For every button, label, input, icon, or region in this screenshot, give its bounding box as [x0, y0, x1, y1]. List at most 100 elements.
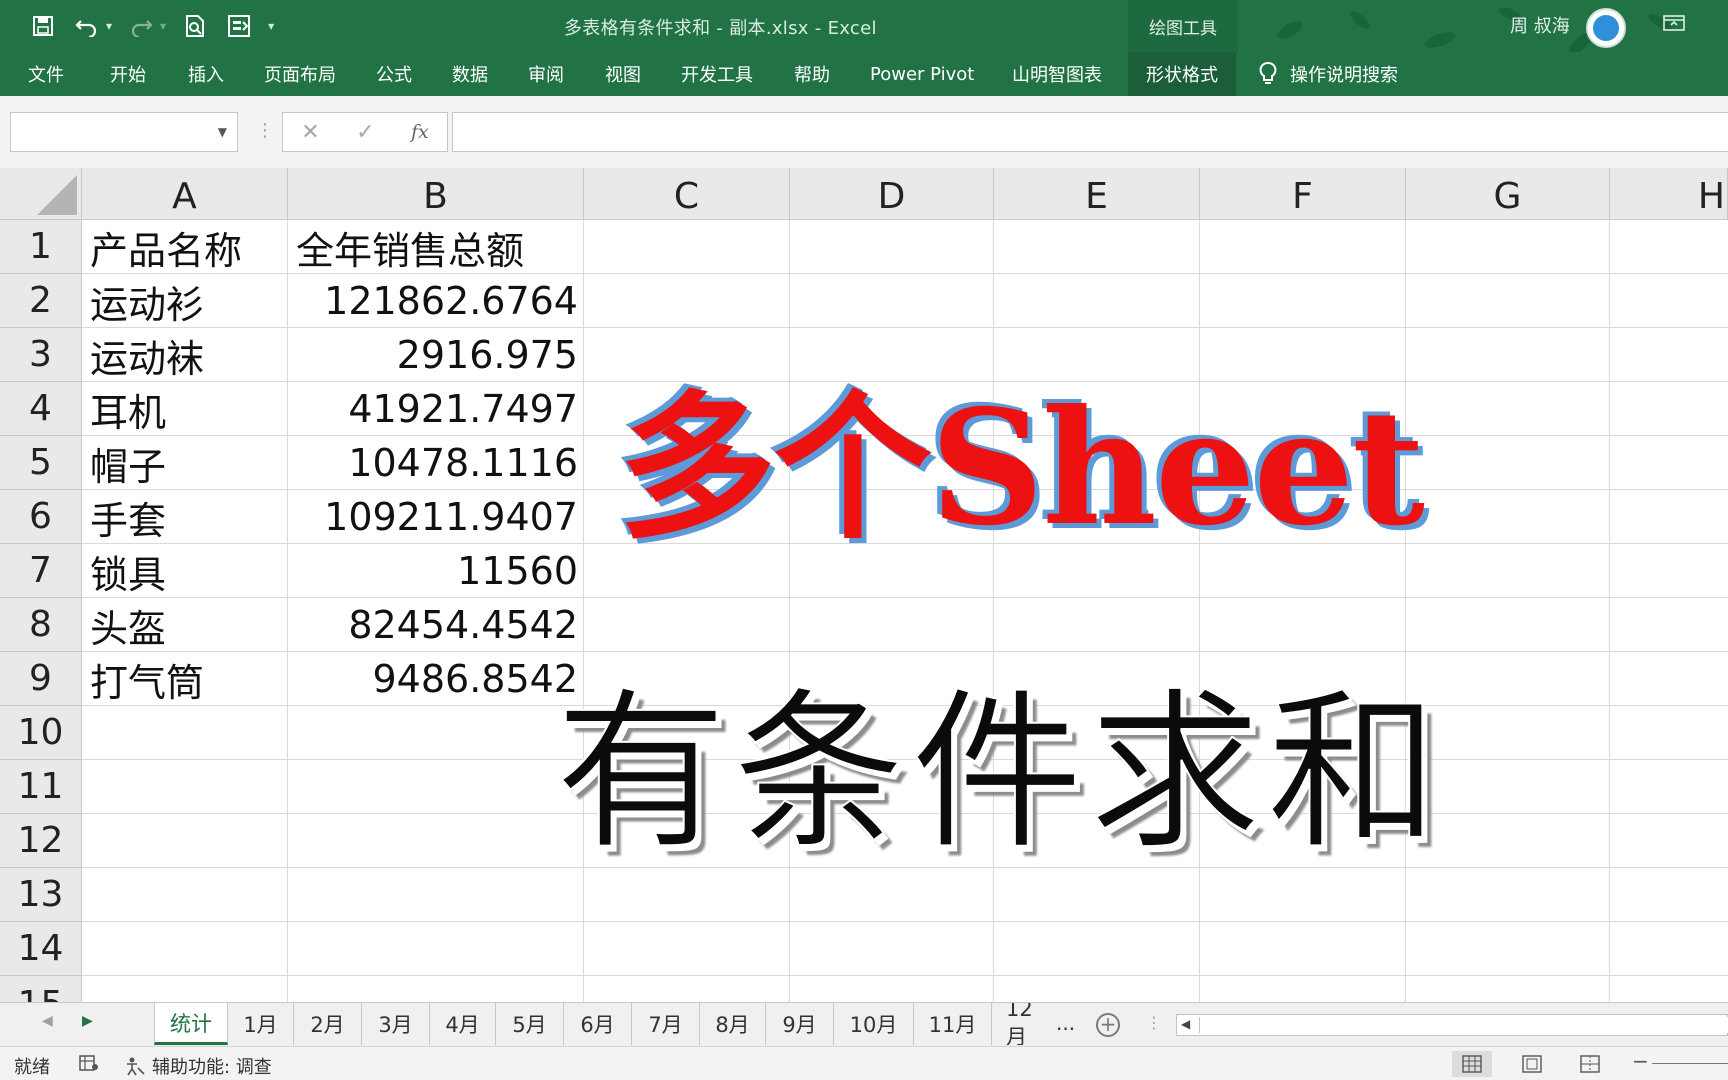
cell-b9[interactable]: 9486.8542: [288, 652, 584, 706]
tab-insert[interactable]: 插入: [188, 52, 224, 96]
cell-b3[interactable]: 2916.975: [288, 328, 584, 382]
column-header-a[interactable]: A: [82, 168, 288, 220]
undo-icon[interactable]: [72, 11, 102, 41]
wordart-title-conditional-sum[interactable]: 有条件求和: [554, 632, 1555, 874]
tab-review[interactable]: 审阅: [528, 52, 564, 96]
zoom-out-icon[interactable]: −: [1632, 1049, 1649, 1073]
cell-a7[interactable]: 锁具: [82, 544, 288, 598]
name-box[interactable]: ▼: [10, 112, 238, 152]
more-sheets-button[interactable]: ...: [1056, 1011, 1075, 1035]
cell-b5[interactable]: 10478.1116: [288, 436, 584, 490]
cell-a2[interactable]: 运动衫: [82, 274, 288, 328]
scroll-tabs-right-icon[interactable]: ▶: [82, 1013, 93, 1029]
scroll-left-arrow-icon[interactable]: ◀: [1181, 1017, 1190, 1031]
tab-home[interactable]: 开始: [110, 52, 146, 96]
tab-file[interactable]: 文件: [28, 52, 64, 96]
column-header-f[interactable]: F: [1200, 168, 1406, 220]
tab-developer[interactable]: 开发工具: [681, 52, 753, 96]
row-header-13[interactable]: 13: [0, 868, 82, 922]
tab-formulas[interactable]: 公式: [376, 52, 412, 96]
add-sheet-icon[interactable]: +: [1096, 1013, 1120, 1037]
row-header-9[interactable]: 9: [0, 652, 82, 706]
cell-a6[interactable]: 手套: [82, 490, 288, 544]
row-header-4[interactable]: 4: [0, 382, 82, 436]
tab-help[interactable]: 帮助: [794, 52, 830, 96]
row-header-14[interactable]: 14: [0, 922, 82, 976]
scroll-tabs-left-icon[interactable]: ◀: [42, 1013, 53, 1029]
row-header-2[interactable]: 2: [0, 274, 82, 328]
cell-a4[interactable]: 耳机: [82, 382, 288, 436]
cell-b8[interactable]: 82454.4542: [288, 598, 584, 652]
cell-b6[interactable]: 109211.9407: [288, 490, 584, 544]
cell-a5[interactable]: 帽子: [82, 436, 288, 490]
tab-power-pivot[interactable]: Power Pivot: [870, 52, 974, 96]
tab-page-layout[interactable]: 页面布局: [264, 52, 336, 96]
formula-input[interactable]: [452, 112, 1728, 152]
sheet-tab-summary[interactable]: 统计: [154, 1003, 228, 1045]
sheet-tab-dec[interactable]: 12月: [992, 1003, 1052, 1045]
tab-shape-format[interactable]: 形状格式: [1128, 52, 1236, 96]
avatar[interactable]: [1586, 8, 1626, 48]
horizontal-scrollbar[interactable]: ◀: [1176, 1014, 1728, 1036]
accessibility-checker[interactable]: 辅助功能: 调查: [124, 1053, 272, 1079]
row-header-1[interactable]: 1: [0, 220, 82, 274]
cancel-icon[interactable]: ✕: [301, 120, 319, 145]
user-name[interactable]: 周 叔海: [1510, 12, 1570, 38]
tab-shanming-charts[interactable]: 山明智图表: [1012, 52, 1102, 96]
row-header-11[interactable]: 11: [0, 760, 82, 814]
sheet-tab-aug[interactable]: 8月: [700, 1003, 766, 1045]
sheet-tab-oct[interactable]: 10月: [834, 1003, 914, 1045]
cell-a3[interactable]: 运动袜: [82, 328, 288, 382]
column-header-g[interactable]: G: [1406, 168, 1610, 220]
sheet-tab-nov[interactable]: 11月: [914, 1003, 992, 1045]
name-box-dropdown-icon[interactable]: ▼: [218, 125, 227, 139]
row-header-7[interactable]: 7: [0, 544, 82, 598]
row-header-5[interactable]: 5: [0, 436, 82, 490]
sheet-tab-jul[interactable]: 7月: [632, 1003, 700, 1045]
select-all-button[interactable]: [0, 168, 82, 220]
tab-data[interactable]: 数据: [452, 52, 488, 96]
insert-function-icon[interactable]: fx: [411, 121, 429, 143]
print-preview-icon[interactable]: [180, 11, 210, 41]
cell-b4[interactable]: 41921.7497: [288, 382, 584, 436]
redo-icon[interactable]: [126, 11, 156, 41]
sheet-tab-apr[interactable]: 4月: [430, 1003, 496, 1045]
formula-bar-resize-handle[interactable]: ⋮: [256, 120, 274, 141]
ribbon-display-options-icon[interactable]: [1660, 12, 1688, 36]
cell-a9[interactable]: 打气筒: [82, 652, 288, 706]
row-header-6[interactable]: 6: [0, 490, 82, 544]
sheet-tab-mar[interactable]: 3月: [362, 1003, 430, 1045]
cell-a1[interactable]: 产品名称: [82, 220, 288, 274]
redo-dropdown-icon[interactable]: ▾: [160, 19, 166, 33]
page-break-preview-icon[interactable]: [1570, 1051, 1610, 1077]
wordart-title-multiple-sheets[interactable]: 多个Sheet: [618, 340, 1618, 561]
column-header-h[interactable]: H: [1610, 168, 1728, 220]
column-header-e[interactable]: E: [994, 168, 1200, 220]
row-header-8[interactable]: 8: [0, 598, 82, 652]
sheet-tab-may[interactable]: 5月: [496, 1003, 564, 1045]
tab-split-handle[interactable]: ⋮: [1146, 1013, 1162, 1032]
sheet-tab-sep[interactable]: 9月: [766, 1003, 834, 1045]
enter-icon[interactable]: ✓: [356, 120, 374, 145]
macro-recording-icon[interactable]: [78, 1053, 100, 1073]
cell-b1[interactable]: 全年销售总额: [288, 220, 584, 274]
form-icon[interactable]: [224, 11, 254, 41]
sheet-tab-feb[interactable]: 2月: [294, 1003, 362, 1045]
cell-b2[interactable]: 121862.6764: [288, 274, 584, 328]
scrollbar-thumb[interactable]: [1199, 1017, 1728, 1033]
column-header-c[interactable]: C: [584, 168, 790, 220]
sheet-tab-jun[interactable]: 6月: [564, 1003, 632, 1045]
tell-me-search[interactable]: 操作说明搜索: [1258, 52, 1398, 96]
row-header-10[interactable]: 10: [0, 706, 82, 760]
cell-a8[interactable]: 头盔: [82, 598, 288, 652]
page-layout-view-icon[interactable]: [1512, 1051, 1552, 1077]
row-header-15[interactable]: 15: [0, 976, 82, 1002]
column-header-b[interactable]: B: [288, 168, 584, 220]
row-header-12[interactable]: 12: [0, 814, 82, 868]
worksheet-grid[interactable]: A B C D E F G H 1 2 3 4 5 6 7 8 9 10 11 …: [0, 168, 1728, 1002]
sheet-tab-jan[interactable]: 1月: [228, 1003, 294, 1045]
customize-qat-icon[interactable]: ▾: [268, 19, 274, 33]
row-header-3[interactable]: 3: [0, 328, 82, 382]
tab-view[interactable]: 视图: [605, 52, 641, 96]
undo-dropdown-icon[interactable]: ▾: [106, 19, 112, 33]
